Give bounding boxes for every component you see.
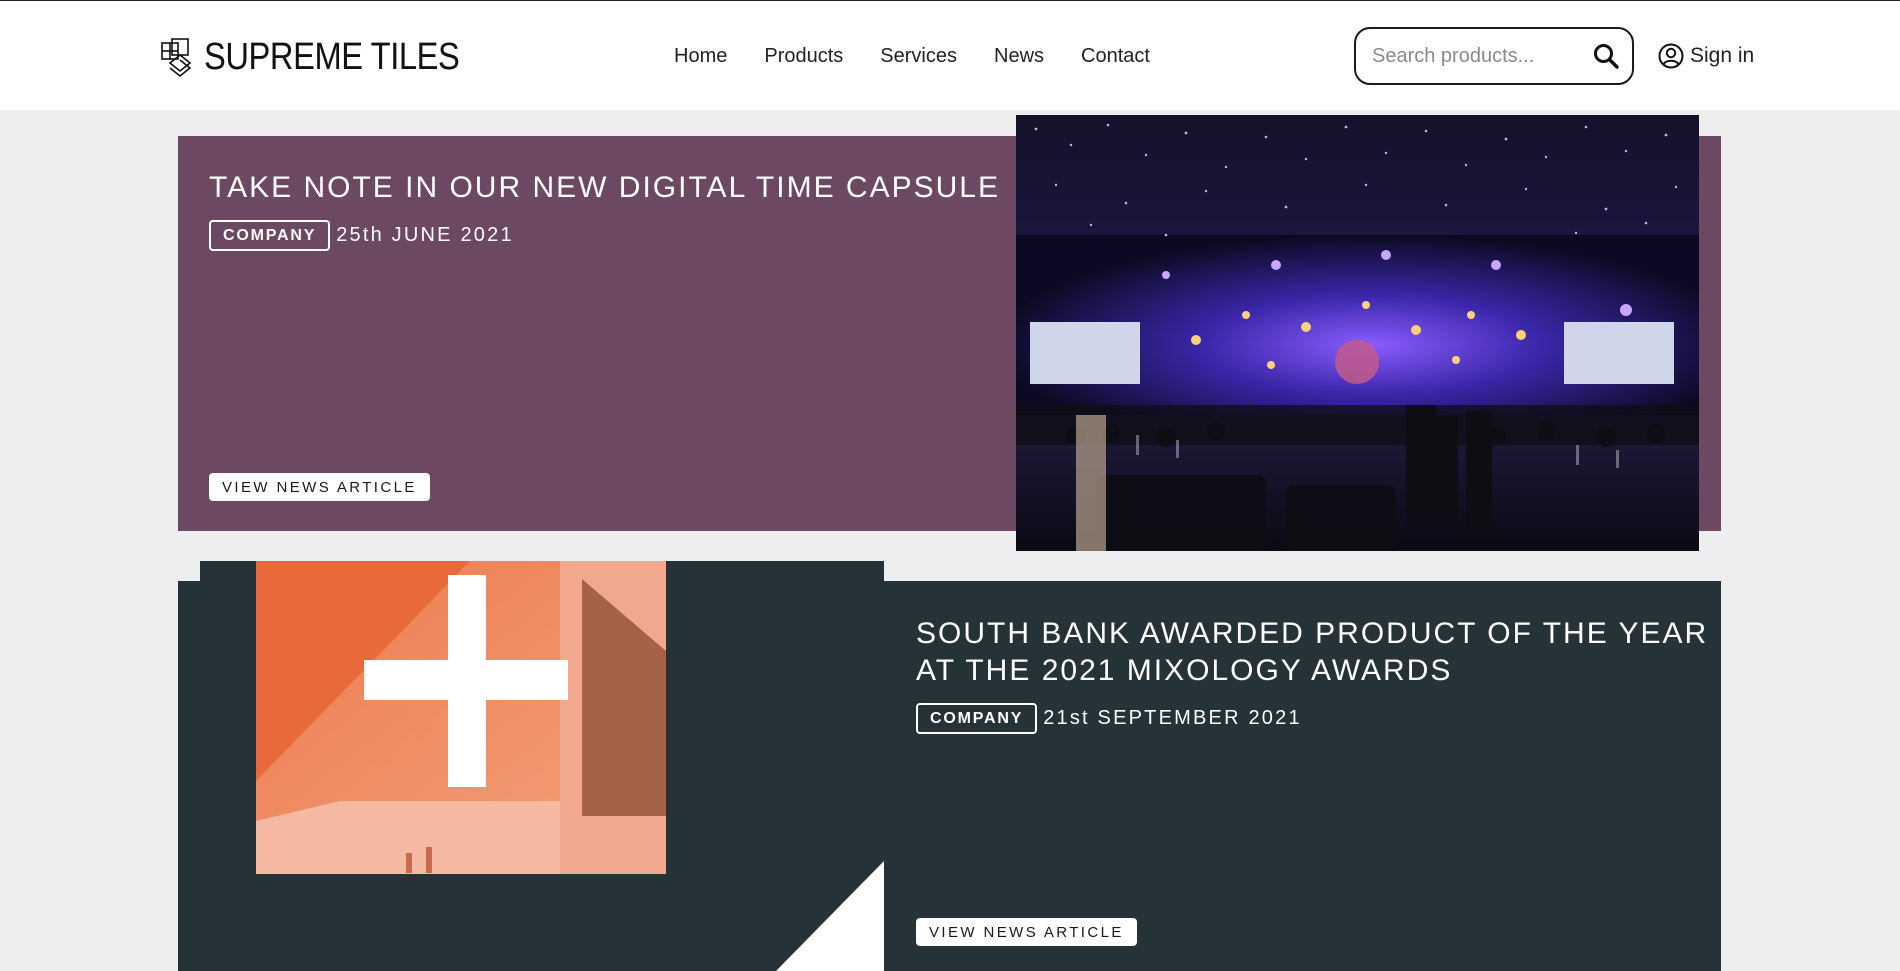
- brand-name: SUPREME TILES: [204, 35, 460, 78]
- nav-news[interactable]: News: [994, 45, 1044, 68]
- article-date: 21st SEPTEMBER 2021: [1043, 707, 1302, 729]
- search-icon: [1594, 44, 1619, 69]
- user-circle-icon: [1658, 43, 1684, 69]
- site-header: SUPREME TILES Home Products Services New…: [0, 0, 1900, 110]
- nav-contact[interactable]: Contact: [1081, 45, 1150, 68]
- article-title-line: SOUTH BANK AWARDED PRODUCT OF THE YEAR: [916, 617, 1709, 650]
- signin-label: Sign in: [1690, 44, 1755, 67]
- article-image-event[interactable]: [1016, 115, 1699, 551]
- stacked-tiles-icon: [161, 38, 192, 77]
- search-button[interactable]: [1590, 40, 1622, 72]
- search-input[interactable]: [1370, 43, 1590, 69]
- article-image-award[interactable]: [200, 561, 884, 971]
- article-title-line: AT THE 2021 MIXOLOGY AWARDS: [916, 654, 1453, 687]
- article-title[interactable]: TAKE NOTE IN OUR NEW DIGITAL TIME CAPSUL…: [209, 169, 1000, 206]
- nav-services[interactable]: Services: [880, 45, 957, 68]
- article-title[interactable]: SOUTH BANK AWARDED PRODUCT OF THE YEAR A…: [916, 615, 1708, 689]
- category-tag[interactable]: COMPANY: [916, 703, 1038, 734]
- article-meta: COMPANY 21st SEPTEMBER 2021: [916, 703, 1708, 734]
- article-date: 25th JUNE 2021: [336, 224, 514, 246]
- view-news-article-button[interactable]: VIEW NEWS ARTICLE: [209, 473, 430, 501]
- search-box: [1354, 27, 1634, 85]
- main-nav: Home Products Services News Contact: [674, 45, 1187, 68]
- category-tag[interactable]: COMPANY: [209, 220, 331, 251]
- logo[interactable]: SUPREME TILES: [160, 35, 501, 79]
- signin-link[interactable]: Sign in: [1658, 43, 1754, 69]
- view-news-article-button[interactable]: VIEW NEWS ARTICLE: [916, 918, 1137, 946]
- nav-home[interactable]: Home: [674, 45, 727, 68]
- article-meta: COMPANY 25th JUNE 2021: [209, 220, 1000, 251]
- nav-products[interactable]: Products: [764, 45, 843, 68]
